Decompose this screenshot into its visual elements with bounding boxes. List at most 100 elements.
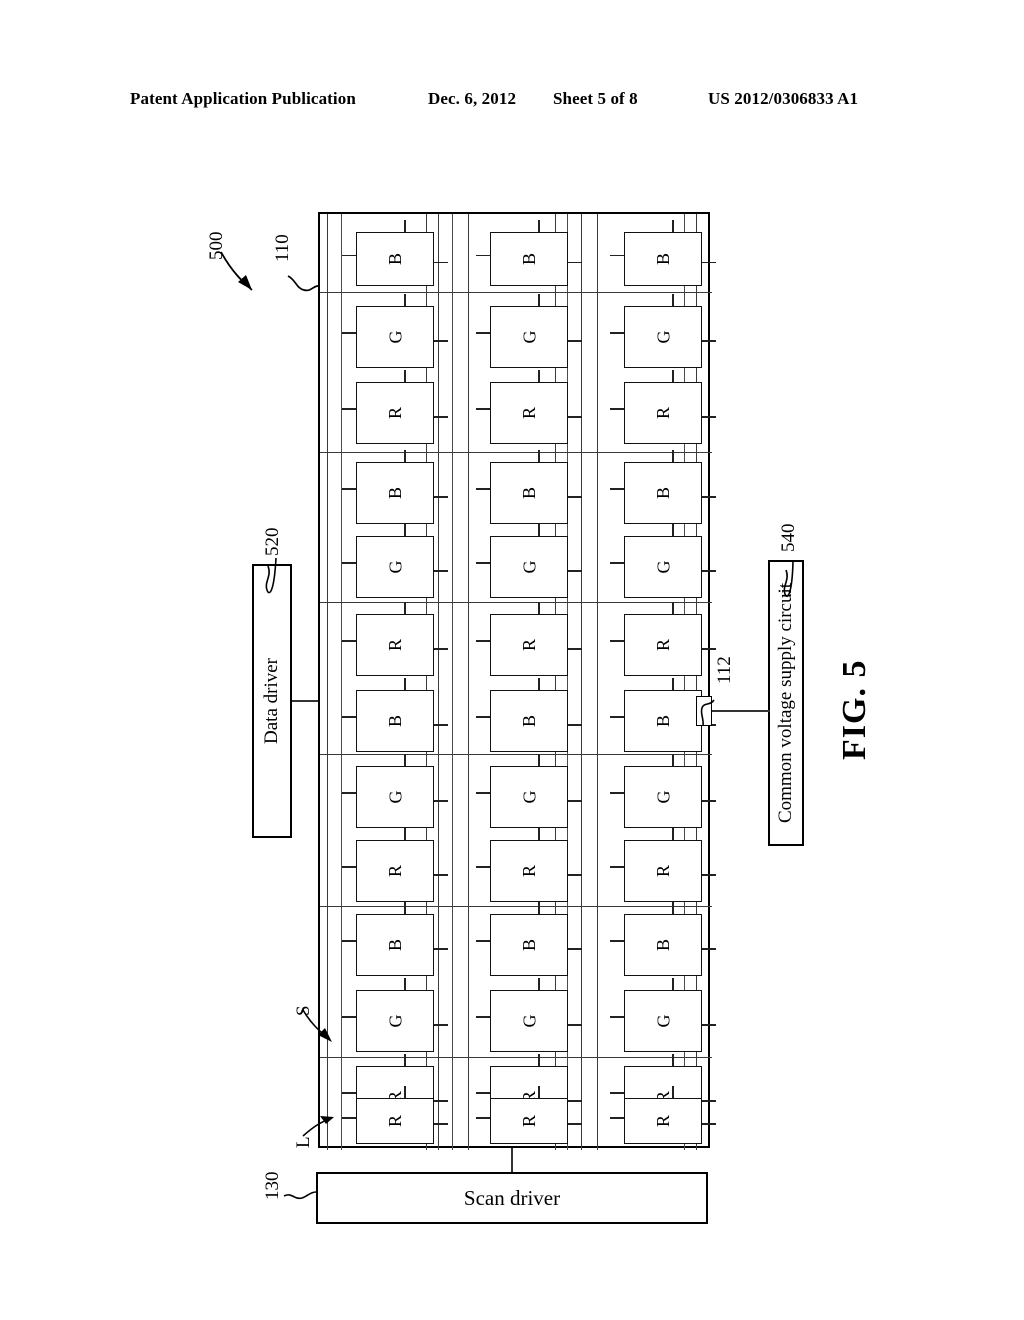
scan-driver-label: Scan driver: [463, 1185, 561, 1210]
subpixel-connector: [672, 294, 675, 306]
subpixel-connector: [342, 562, 356, 564]
subpixel-connector: [610, 792, 624, 794]
subpixel-connector: [702, 800, 716, 802]
subpixel-r: R: [356, 382, 434, 444]
subpixel-connector: [568, 1024, 582, 1026]
subpixel-connector: [476, 716, 490, 718]
subpixel-connector: [538, 450, 541, 462]
subpixel-connector: [702, 261, 716, 264]
subpixel-connector: [476, 792, 490, 794]
subpixel-connector: [434, 570, 448, 572]
subpixel-connector: [672, 450, 675, 462]
subpixel-connector: [404, 1054, 407, 1066]
common-electrode-tab: [696, 696, 712, 726]
subpixel-label: B: [518, 486, 539, 500]
subpixel-label: B: [652, 938, 673, 952]
subpixel-label: R: [518, 406, 539, 420]
subpixel-connector: [672, 602, 675, 614]
subpixel-g: G: [624, 306, 702, 368]
arrowhead-500: [238, 275, 252, 290]
subpixel-connector: [342, 408, 356, 410]
subpixel-label: B: [384, 938, 405, 952]
subpixel-connector: [476, 640, 490, 642]
subpixel-label: G: [519, 330, 539, 344]
scan-line: [320, 452, 712, 453]
subpixel-connector: [702, 948, 716, 950]
subpixel-connector: [476, 1016, 490, 1018]
subpixel-label: R: [384, 1114, 405, 1128]
subpixel-label: G: [385, 1014, 405, 1028]
subpixel-g: G: [356, 306, 434, 368]
subpixel-connector: [568, 416, 582, 418]
subpixel-connector: [568, 724, 582, 726]
subpixel-connector: [434, 800, 448, 802]
subpixel-connector: [404, 220, 407, 232]
leader-110: [287, 275, 319, 292]
subpixel-connector: [342, 332, 356, 334]
subpixel-label: R: [384, 864, 405, 878]
subpixel-connector: [342, 866, 356, 868]
subpixel-label: R: [518, 1114, 539, 1128]
subpixel-connector: [672, 978, 675, 990]
subpixel-r: R: [624, 1098, 702, 1144]
subpixel-connector: [702, 496, 716, 498]
subpixel-connector: [476, 408, 490, 410]
subpixel-connector: [434, 1100, 448, 1102]
subpixel-connector: [342, 716, 356, 718]
subpixel-connector: [538, 902, 541, 914]
subpixel-label: G: [385, 330, 405, 344]
subpixel-label: B: [384, 486, 405, 500]
subpixel-connector: [538, 1086, 541, 1098]
ref-110: 110: [272, 234, 293, 262]
subpixel-label: B: [652, 252, 673, 266]
subpixel-connector: [610, 254, 624, 257]
subpixel-r: R: [356, 1098, 434, 1144]
subpixel-label: R: [518, 638, 539, 652]
subpixel-connector: [342, 488, 356, 490]
subpixel-connector: [434, 261, 448, 264]
subpixel-connector: [568, 648, 582, 650]
common-voltage-wire: [712, 710, 770, 712]
subpixel-g: G: [490, 990, 568, 1052]
subpixel-connector: [702, 570, 716, 572]
subpixel-label: R: [652, 864, 673, 878]
subpixel-connector: [538, 370, 541, 382]
subpixel-connector: [404, 978, 407, 990]
subpixel-connector: [568, 570, 582, 572]
subpixel-connector: [342, 1092, 356, 1094]
subpixel-connector: [538, 602, 541, 614]
subpixel-connector: [476, 332, 490, 334]
ref-112: 112: [714, 656, 735, 684]
subpixel-connector: [476, 940, 490, 942]
ref-500: 500: [206, 231, 227, 261]
subpixel-label: G: [519, 560, 539, 574]
subpixel-connector: [568, 1123, 582, 1126]
subpixel-label: R: [652, 1114, 673, 1128]
data-driver-block: Data driver: [252, 564, 292, 838]
subpixel-connector: [538, 524, 541, 536]
data-line: [581, 214, 583, 1150]
common-voltage-supply-circuit-block: Common voltage supply circuit: [768, 560, 804, 846]
subpixel-connector: [538, 294, 541, 306]
ref-520: 520: [262, 527, 283, 557]
subpixel-connector: [568, 261, 582, 264]
subpixel-connector: [434, 496, 448, 498]
subpixel-connector: [610, 562, 624, 564]
data-driver-wire: [292, 700, 318, 702]
scan-driver-block: Scan driver: [316, 1172, 708, 1224]
ref-L: L: [293, 1136, 314, 1148]
subpixel-connector: [672, 370, 675, 382]
subpixel-connector: [568, 874, 582, 876]
subpixel-b: B: [356, 690, 434, 752]
data-line: [340, 214, 342, 1150]
subpixel-g: G: [624, 766, 702, 828]
subpixel-label: B: [384, 714, 405, 728]
subpixel-connector: [434, 648, 448, 650]
subpixel-connector: [610, 640, 624, 642]
subpixel-label: B: [652, 486, 673, 500]
subpixel-label: G: [653, 560, 673, 574]
subpixel-connector: [672, 678, 675, 690]
subpixel-g: G: [624, 990, 702, 1052]
subpixel-r: R: [356, 840, 434, 902]
ref-S: S: [293, 1005, 314, 1016]
